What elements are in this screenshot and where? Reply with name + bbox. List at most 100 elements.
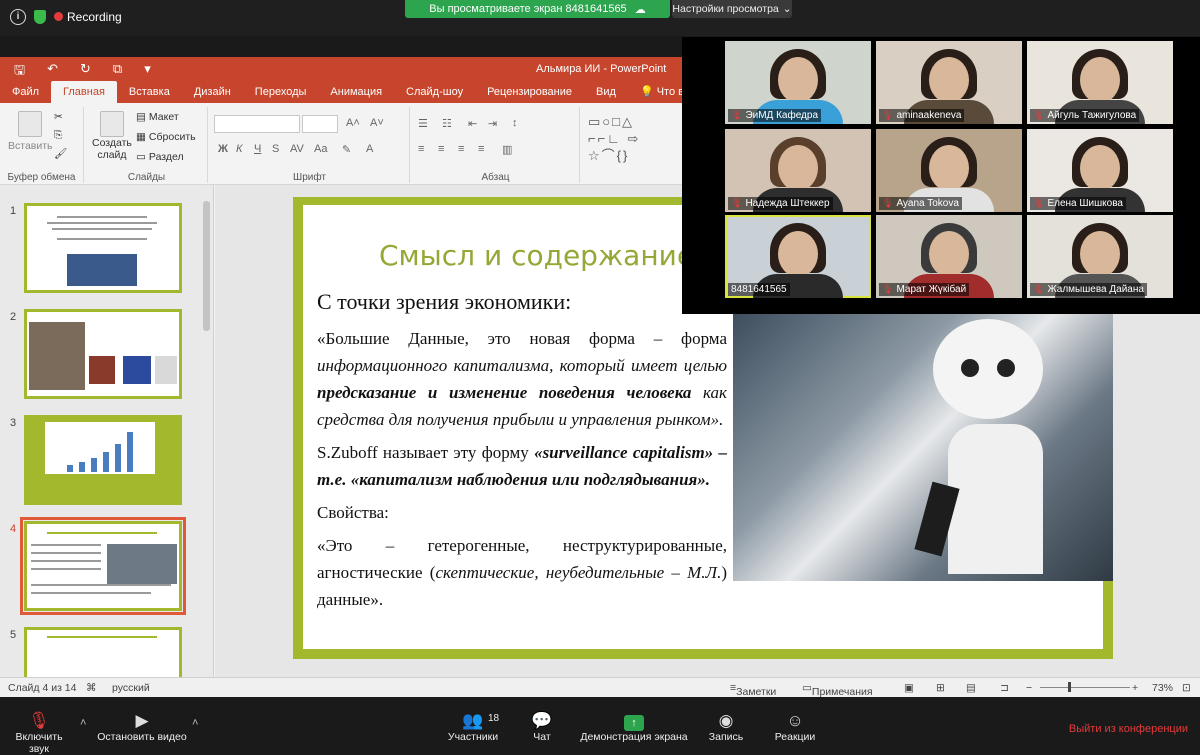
undo-icon[interactable]: ↶: [47, 61, 58, 83]
outdent-icon[interactable]: ⇥: [488, 117, 497, 130]
fit-slide-icon[interactable]: ⊡: [1182, 682, 1191, 694]
slide-number-1: 1: [10, 205, 17, 217]
tab-home[interactable]: Главная: [51, 81, 117, 103]
layout-button[interactable]: ▤ Макет: [136, 111, 179, 123]
spacing-icon[interactable]: AV: [290, 143, 304, 155]
line-spacing-icon[interactable]: ↕: [512, 117, 518, 129]
tab-slideshow[interactable]: Слайд-шоу: [394, 81, 475, 103]
bullets-icon[interactable]: ☰: [418, 117, 428, 130]
slideshow-icon[interactable]: ⧉: [113, 61, 122, 83]
new-slide-label: Создать: [92, 137, 132, 149]
video-camera-icon: ▶: [135, 711, 149, 730]
tab-review[interactable]: Рецензирование: [475, 81, 584, 103]
slideshow-view-icon[interactable]: ⊐: [1000, 682, 1009, 694]
tab-transitions[interactable]: Переходы: [243, 81, 319, 103]
slide-thumb-1[interactable]: [24, 203, 182, 293]
zoom-out-icon[interactable]: −: [1026, 682, 1032, 694]
scrollbar-thumb[interactable]: [203, 201, 210, 331]
chat-icon: 💬: [531, 711, 553, 730]
stop-video-button[interactable]: ▶ Остановить видео: [96, 711, 188, 743]
align-center-icon[interactable]: ≡: [438, 143, 444, 155]
grow-font-icon[interactable]: A˄: [346, 117, 360, 129]
section-button[interactable]: ▭ Раздел: [136, 151, 184, 163]
chat-button[interactable]: 💬 Чат: [524, 711, 560, 743]
viewing-banner: Вы просматриваете экран 8481641565 ☁: [405, 0, 670, 18]
chat-label: Чат: [533, 731, 551, 743]
video-tile[interactable]: 🎙 aminaakeneva: [876, 41, 1022, 124]
sorter-view-icon[interactable]: ⊞: [936, 682, 945, 694]
justify-icon[interactable]: ≡: [478, 143, 484, 155]
video-tile[interactable]: 🎙 Надежда Штеккер: [725, 129, 871, 212]
bold-icon[interactable]: Ж: [218, 143, 228, 155]
tab-design[interactable]: Дизайн: [182, 81, 243, 103]
tab-insert[interactable]: Вставка: [117, 81, 182, 103]
zoom-slider[interactable]: [1040, 687, 1130, 688]
video-tile[interactable]: 🎙 ЭиМД Кафедра: [725, 41, 871, 124]
highlight-icon[interactable]: ✎: [342, 143, 351, 156]
reading-view-icon[interactable]: ▤: [966, 682, 976, 694]
video-tile[interactable]: 🎙 Жалмышева Дайана: [1027, 215, 1173, 298]
font-group: A˄ A˅ Ж К Ч S AV Aa ✎ A Шрифт: [210, 107, 410, 183]
customize-icon[interactable]: ▾: [144, 61, 151, 83]
shield-icon[interactable]: [34, 10, 46, 24]
reset-button[interactable]: ▦ Сбросить: [136, 131, 196, 143]
align-left-icon[interactable]: ≡: [418, 143, 424, 155]
align-right-icon[interactable]: ≡: [458, 143, 464, 155]
reactions-button[interactable]: ☺ Реакции: [770, 711, 820, 743]
meeting-info: i Recording: [10, 9, 122, 25]
zoom-level[interactable]: 73%: [1152, 682, 1173, 694]
tab-view[interactable]: Вид: [584, 81, 628, 103]
video-tile[interactable]: 🎙 Елена Шишкова: [1027, 129, 1173, 212]
redo-icon[interactable]: ↻: [80, 61, 91, 83]
indent-icon[interactable]: ⇤: [468, 117, 477, 130]
record-label: Запись: [708, 731, 744, 743]
tab-animation[interactable]: Анимация: [318, 81, 394, 103]
paste-icon: [18, 111, 43, 137]
font-size-select[interactable]: [302, 115, 338, 133]
cut-icon[interactable]: ✂: [54, 111, 63, 123]
paste-button[interactable]: Вставить: [8, 111, 53, 152]
audio-options-chevron-icon[interactable]: ˄: [80, 717, 86, 729]
shrink-font-icon[interactable]: A˅: [370, 117, 384, 129]
zoom-in-icon[interactable]: +: [1132, 682, 1138, 694]
slide-thumb-2[interactable]: [24, 309, 182, 399]
shapes-gallery[interactable]: ▭○□△ ⌐⌐∟ ⇨ ☆⌒{}: [588, 113, 640, 164]
columns-icon[interactable]: ▥: [502, 143, 512, 156]
numbering-icon[interactable]: ☷: [442, 117, 452, 130]
unmute-button[interactable]: 🎙 Включить звук: [4, 711, 74, 755]
video-tile[interactable]: 🎙 Ayana Tokova: [876, 129, 1022, 212]
leave-meeting-button[interactable]: Выйти из конференции: [1069, 723, 1188, 735]
save-icon[interactable]: 🖫: [14, 61, 25, 83]
video-tile[interactable]: 🎙 Айгуль Тажигулова: [1027, 41, 1173, 124]
font-family-select[interactable]: [214, 115, 300, 133]
info-icon[interactable]: i: [10, 9, 26, 25]
case-icon[interactable]: Aa: [314, 143, 327, 155]
strikethrough-icon[interactable]: S: [272, 143, 279, 155]
zoom-slider-thumb[interactable]: [1068, 682, 1071, 692]
view-settings-button[interactable]: Настройки просмотра ⌄: [672, 0, 792, 18]
font-color-icon[interactable]: A: [366, 143, 373, 155]
slide-thumb-5[interactable]: [24, 627, 182, 677]
reset-label: Сбросить: [148, 131, 196, 143]
record-button[interactable]: ◉ Запись: [704, 711, 748, 743]
language-label[interactable]: русский: [112, 682, 150, 694]
slide-thumb-4[interactable]: [20, 517, 186, 615]
recording-indicator[interactable]: Recording: [54, 10, 122, 24]
share-screen-button[interactable]: ↑ Демонстрация экрана: [578, 711, 690, 743]
underline-icon[interactable]: Ч: [254, 143, 261, 155]
copy-icon[interactable]: ⎘: [54, 129, 62, 142]
spellcheck-icon[interactable]: ⌘: [86, 682, 97, 694]
notes-button[interactable]: ≡ Заметки: [730, 682, 776, 698]
video-tile-active-speaker[interactable]: 8481641565: [725, 215, 871, 298]
tab-file[interactable]: Файл: [0, 81, 51, 103]
slide-thumb-3[interactable]: [24, 415, 182, 505]
new-slide-button[interactable]: Создать слайд: [92, 111, 132, 161]
thumbnails-scrollbar[interactable]: [201, 189, 212, 673]
format-painter-icon[interactable]: 🖌: [54, 147, 67, 160]
mic-off-icon: 🎙: [731, 198, 743, 208]
italic-icon[interactable]: К: [236, 143, 242, 155]
video-options-chevron-icon[interactable]: ˄: [192, 717, 198, 729]
video-tile[interactable]: 🎙 Марат Жүкібай: [876, 215, 1022, 298]
comments-button[interactable]: ▭ Примечания: [802, 682, 873, 698]
normal-view-icon[interactable]: ▣: [904, 682, 914, 694]
